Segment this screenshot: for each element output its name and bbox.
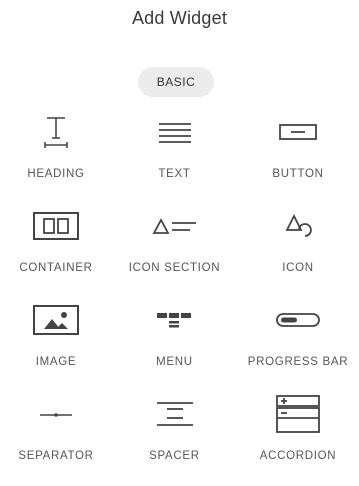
widget-label: ICON SECTION [128, 262, 221, 274]
widget-button[interactable]: BUTTON [237, 110, 359, 204]
widget-progress-bar[interactable]: PROGRESS BAR [237, 298, 359, 392]
widget-label: IMAGE [35, 356, 77, 368]
icon-icon [268, 204, 328, 248]
tab-basic[interactable]: BASIC [138, 67, 214, 97]
widget-label: BUTTON [272, 168, 324, 180]
widget-label: CONTAINER [19, 262, 93, 274]
widget-label: TEXT [158, 168, 191, 180]
progress-bar-icon [268, 298, 328, 342]
widget-icon-section[interactable]: ICON SECTION [112, 204, 237, 298]
heading-icon [26, 110, 86, 154]
widget-separator[interactable]: SEPARATOR [0, 392, 112, 486]
widget-text[interactable]: TEXT [112, 110, 237, 204]
widget-label: SPACER [149, 450, 200, 462]
widget-icon[interactable]: ICON [237, 204, 359, 298]
widget-label: SEPARATOR [18, 450, 94, 462]
icon-section-icon [145, 204, 205, 248]
widget-accordion[interactable]: ACCORDION [237, 392, 359, 486]
container-icon [26, 204, 86, 248]
widget-heading[interactable]: HEADING [0, 110, 112, 204]
spacer-icon [145, 392, 205, 436]
widget-image[interactable]: IMAGE [0, 298, 112, 392]
widget-grid: HEADING TEXT BUTTON CONTAINER ICON SECTI… [0, 110, 359, 486]
widget-container[interactable]: CONTAINER [0, 204, 112, 298]
widget-spacer[interactable]: SPACER [112, 392, 237, 486]
menu-icon [145, 298, 205, 342]
text-icon [145, 110, 205, 154]
widget-label: HEADING [27, 168, 85, 180]
widget-label: ICON [282, 262, 314, 274]
widget-label: ACCORDION [259, 450, 337, 462]
widget-label: PROGRESS BAR [247, 356, 349, 368]
accordion-icon [268, 392, 328, 436]
widget-menu[interactable]: MENU [112, 298, 237, 392]
button-icon [268, 110, 328, 154]
separator-icon [26, 392, 86, 436]
widget-label: MENU [156, 356, 193, 368]
image-icon [26, 298, 86, 342]
page-title: Add Widget [131, 8, 228, 28]
